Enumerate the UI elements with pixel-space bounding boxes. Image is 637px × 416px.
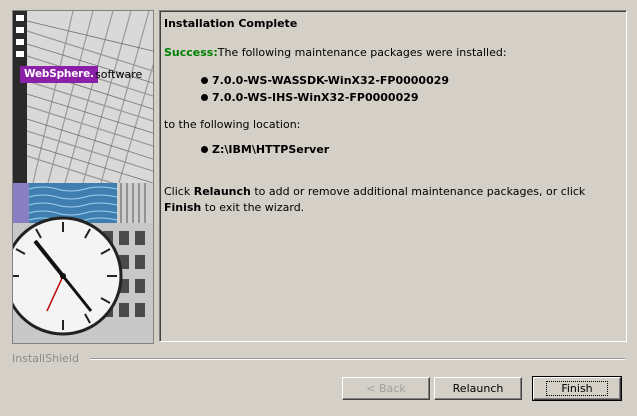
finish-button-label: Finish — [546, 381, 608, 396]
package-list-item: 7.0.0-WS-WASSDK-WinX32-FP0000029 — [201, 74, 449, 87]
bullet-icon — [201, 94, 208, 101]
location-intro: to the following location: — [164, 118, 301, 131]
bullet-icon — [201, 146, 208, 153]
page-title: Installation Complete — [164, 17, 298, 30]
relaunch-keyword: Relaunch — [193, 185, 251, 198]
location-list-item: Z:\IBM\HTTPServer — [201, 143, 329, 156]
bullet-icon — [201, 77, 208, 84]
websphere-logo: WebSphere. — [20, 66, 98, 83]
installshield-label: InstallShield — [12, 352, 82, 365]
footer-divider — [90, 358, 625, 360]
websphere-banner: WebSphere. software — [12, 10, 154, 344]
finish-keyword: Finish — [164, 201, 202, 214]
back-button[interactable]: < Back — [342, 377, 430, 400]
relaunch-button[interactable]: Relaunch — [434, 377, 522, 400]
package-name: 7.0.0-WS-WASSDK-WinX32-FP0000029 — [212, 74, 450, 87]
instructions-part-1: Click — [164, 185, 194, 198]
software-label: software — [95, 68, 143, 81]
instructions-part-2: to add or remove additional maintenance … — [250, 185, 586, 198]
instructions-part-3: to exit the wizard. — [201, 201, 305, 214]
banner-artwork — [13, 11, 153, 343]
package-list-item: 7.0.0-WS-IHS-WinX32-FP0000029 — [201, 91, 419, 104]
success-message: Success:The following maintenance packag… — [164, 46, 507, 59]
summary-panel: Installation Complete Success:The follow… — [159, 10, 627, 342]
install-location: Z:\IBM\HTTPServer — [212, 143, 330, 156]
success-label: Success: — [164, 46, 218, 59]
finish-button[interactable]: Finish — [532, 376, 622, 401]
instructions-text: Click Relaunch to add or remove addition… — [164, 184, 619, 216]
package-name: 7.0.0-WS-IHS-WinX32-FP0000029 — [212, 91, 419, 104]
success-text: The following maintenance packages were … — [217, 46, 507, 59]
